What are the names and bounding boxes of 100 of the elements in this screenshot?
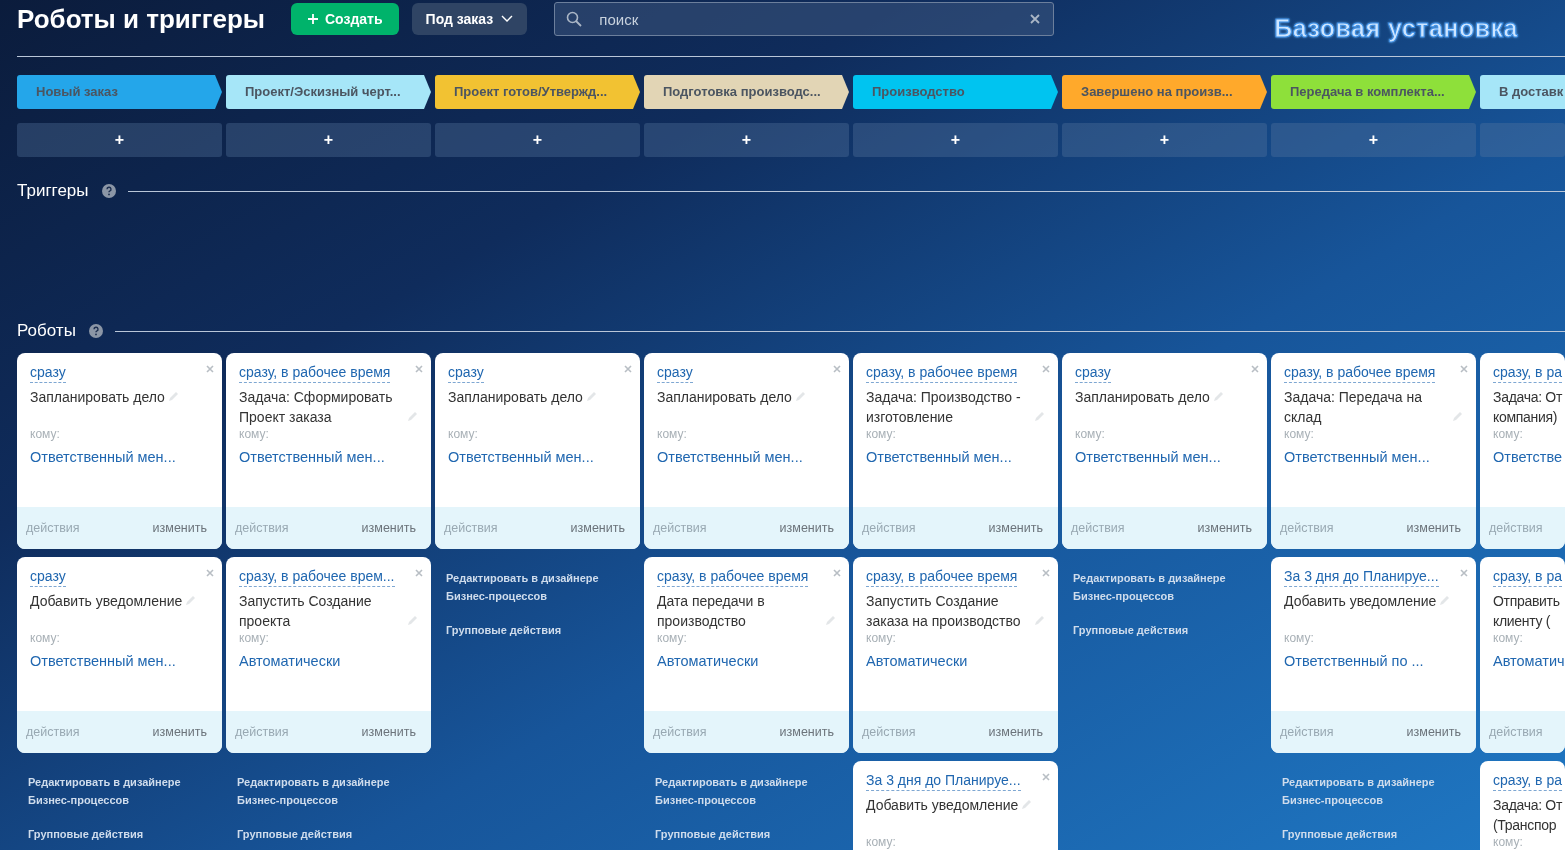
recipient-link[interactable]: Автоматически [866,653,1045,669]
edit-link[interactable]: изменить [152,521,207,535]
close-icon[interactable] [833,569,841,577]
edit-link[interactable]: изменить [779,521,834,535]
add-trigger-button[interactable]: + [226,123,431,157]
add-trigger-button[interactable]: + [1062,123,1267,157]
designer-link[interactable]: Редактировать в дизайнере Бизнес-процессов [237,773,420,809]
delay-link[interactable]: За 3 дня до Планируе... [866,771,1021,791]
pencil-icon[interactable] [406,615,418,627]
stage-tab[interactable]: Завершено на произв... [1062,75,1267,109]
close-icon[interactable] [1460,569,1468,577]
recipient-link[interactable]: Ответстве [1493,449,1565,465]
help-icon[interactable] [101,184,116,198]
help-icon[interactable] [88,324,103,338]
pencil-icon[interactable] [1211,391,1224,403]
stage-tab[interactable]: Передача в комплекта... [1271,75,1476,109]
pencil-icon[interactable] [1033,615,1045,627]
designer-link[interactable]: Групповые действия [655,825,838,843]
recipient-link[interactable]: Ответственный мен... [30,449,209,465]
recipient-link[interactable]: Ответственный мен... [657,449,836,465]
pencil-icon[interactable] [793,391,806,403]
pencil-icon[interactable] [1020,799,1033,811]
clear-icon[interactable] [1030,14,1041,24]
stage-tab[interactable]: Проект готов/Утвержд... [435,75,640,109]
edit-link[interactable]: изменить [570,521,625,535]
recipient-link[interactable]: Ответственный по ... [1284,653,1463,669]
delay-link[interactable]: сразу, в рабочее время [1284,363,1436,383]
close-icon[interactable] [1042,365,1050,373]
delay-link[interactable]: сразу [657,363,693,383]
close-icon[interactable] [415,365,423,373]
close-icon[interactable] [1251,365,1259,373]
add-trigger-button[interactable]: + [1271,123,1476,157]
pencil-icon[interactable] [184,595,197,607]
edit-link[interactable]: изменить [988,521,1043,535]
stage-tab[interactable]: В доставк [1480,75,1565,109]
recipient-link[interactable]: Ответственный мен... [866,449,1045,465]
close-icon[interactable] [624,365,632,373]
stage-tab[interactable]: Подготовка производс... [644,75,849,109]
designer-link[interactable]: Групповые действия [1073,621,1256,639]
designer-link[interactable]: Групповые действия [28,825,211,843]
search-field[interactable]: поиск [554,2,1055,36]
pencil-icon[interactable] [1438,595,1451,607]
designer-link[interactable]: Редактировать в дизайнере Бизнес-процессов [1282,773,1465,809]
edit-link[interactable]: изменить [361,725,416,739]
delay-link[interactable]: сразу, в рабочее время [866,567,1018,587]
delay-link[interactable]: сразу, в рабочее время [866,363,1018,383]
designer-link[interactable]: Редактировать в дизайнере Бизнес-процессов [28,773,211,809]
delay-link[interactable]: сразу [1075,363,1111,383]
recipient-link[interactable]: Автоматически [239,653,418,669]
edit-link[interactable]: изменить [988,725,1043,739]
add-trigger-button[interactable] [1480,123,1565,157]
pencil-icon[interactable] [1033,411,1045,423]
close-icon[interactable] [415,569,423,577]
designer-link[interactable]: Групповые действия [1282,825,1465,843]
recipient-link[interactable]: Ответственный мен... [1075,449,1254,465]
delay-link[interactable]: сразу, в ра [1493,771,1562,791]
recipient-link[interactable]: Ответственный мен... [239,449,418,465]
mode-dropdown[interactable]: Под заказ [411,3,528,35]
edit-link[interactable]: изменить [1406,725,1461,739]
close-icon[interactable] [206,365,214,373]
recipient-link[interactable]: Автоматически [657,653,836,669]
recipient-link[interactable]: Автоматич [1493,653,1565,669]
delay-link[interactable]: сразу, в ра [1493,567,1562,587]
delay-link[interactable]: сразу, в рабочее время [239,363,391,383]
add-trigger-button[interactable]: + [17,123,222,157]
close-icon[interactable] [206,569,214,577]
designer-link[interactable]: Групповые действия [237,825,420,843]
delay-link[interactable]: сразу, в рабочее врем... [239,567,395,587]
pencil-icon[interactable] [824,615,836,627]
designer-link[interactable]: Редактировать в дизайнере Бизнес-процессов [1073,569,1256,605]
add-trigger-button[interactable]: + [435,123,640,157]
pencil-icon[interactable] [166,391,179,403]
stage-tab[interactable]: Производство [853,75,1058,109]
close-icon[interactable] [1460,365,1468,373]
delay-link[interactable]: сразу [30,567,66,587]
delay-link[interactable]: За 3 дня до Планируе... [1284,567,1439,587]
pencil-icon[interactable] [1451,411,1463,423]
edit-link[interactable]: изменить [152,725,207,739]
delay-link[interactable]: сразу, в рабочее время [657,567,809,587]
edit-link[interactable]: изменить [779,725,834,739]
pencil-icon[interactable] [584,391,597,403]
pencil-icon[interactable] [406,411,418,423]
close-icon[interactable] [1042,773,1050,781]
add-trigger-button[interactable]: + [644,123,849,157]
delay-link[interactable]: сразу, в ра [1493,363,1562,383]
delay-link[interactable]: сразу [448,363,484,383]
edit-link[interactable]: изменить [1197,521,1252,535]
close-icon[interactable] [1042,569,1050,577]
edit-link[interactable]: изменить [361,521,416,535]
designer-link[interactable]: Редактировать в дизайнере Бизнес-процессов [446,569,629,605]
add-trigger-button[interactable]: + [853,123,1058,157]
edit-link[interactable]: изменить [1406,521,1461,535]
recipient-link[interactable]: Ответственный мен... [30,653,209,669]
delay-link[interactable]: сразу [30,363,66,383]
designer-link[interactable]: Групповые действия [446,621,629,639]
close-icon[interactable] [833,365,841,373]
designer-link[interactable]: Редактировать в дизайнере Бизнес-процессов [655,773,838,809]
recipient-link[interactable]: Ответственный мен... [1284,449,1463,465]
recipient-link[interactable]: Ответственный мен... [448,449,627,465]
stage-tab[interactable]: Проект/Эскизный черт... [226,75,431,109]
